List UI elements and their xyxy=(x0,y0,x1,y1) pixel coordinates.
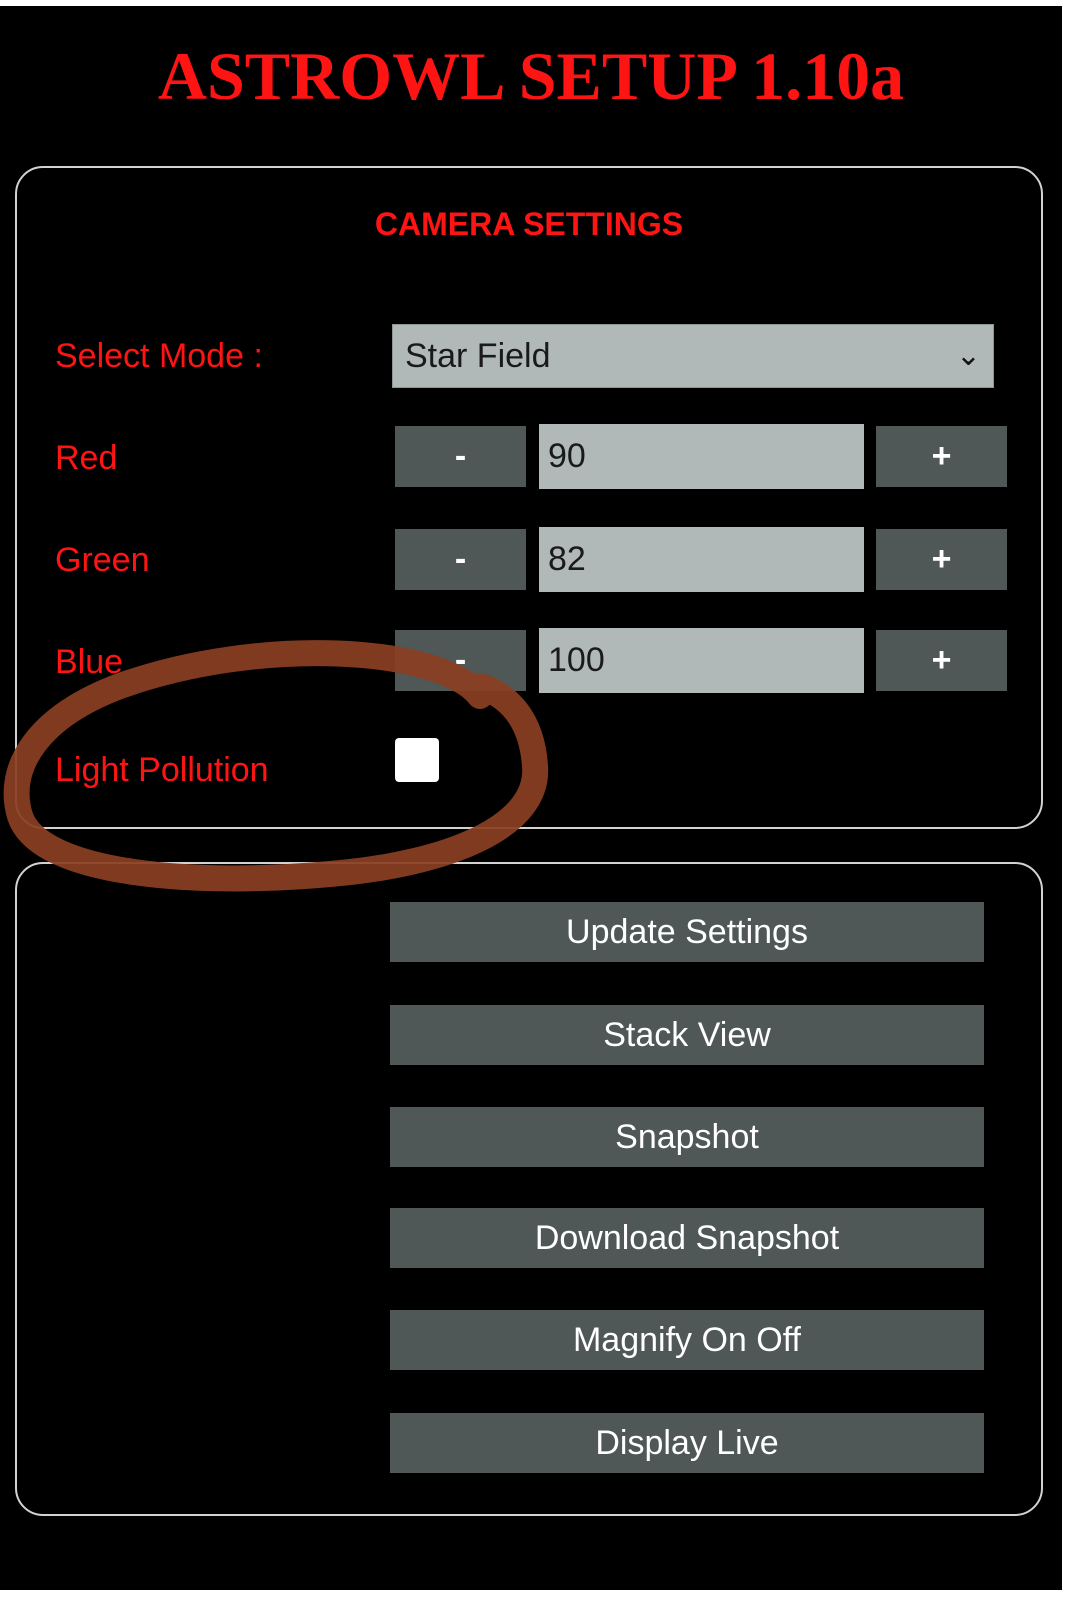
blue-decrement-button[interactable]: - xyxy=(395,630,526,691)
green-increment-button[interactable]: + xyxy=(876,529,1007,590)
stack-view-button[interactable]: Stack View xyxy=(390,1005,984,1065)
blue-value-field[interactable]: 100 xyxy=(539,628,864,693)
display-live-button[interactable]: Display Live xyxy=(390,1413,984,1473)
app-screen: ASTROWL SETUP 1.10a CAMERA SETTINGS Sele… xyxy=(0,6,1062,1590)
camera-settings-panel: CAMERA SETTINGS Select Mode : Star Field… xyxy=(15,166,1043,829)
green-value-field[interactable]: 82 xyxy=(539,527,864,592)
red-value-field[interactable]: 90 xyxy=(539,424,864,489)
blue-label: Blue xyxy=(55,643,124,681)
mode-select-value: Star Field xyxy=(405,337,551,375)
select-mode-label: Select Mode : xyxy=(55,337,263,375)
blue-increment-button[interactable]: + xyxy=(876,630,1007,691)
actions-panel: Update Settings Stack View Snapshot Down… xyxy=(15,862,1043,1516)
update-settings-button[interactable]: Update Settings xyxy=(390,902,984,962)
red-increment-button[interactable]: + xyxy=(876,426,1007,487)
mode-select[interactable]: Star Field ⌄ xyxy=(392,324,994,388)
red-decrement-button[interactable]: - xyxy=(395,426,526,487)
green-label: Green xyxy=(55,541,150,579)
light-pollution-label: Light Pollution xyxy=(55,751,269,789)
magnify-toggle-button[interactable]: Magnify On Off xyxy=(390,1310,984,1370)
green-decrement-button[interactable]: - xyxy=(395,529,526,590)
app-title: ASTROWL SETUP 1.10a xyxy=(157,38,905,114)
light-pollution-checkbox[interactable] xyxy=(395,738,439,782)
download-snapshot-button[interactable]: Download Snapshot xyxy=(390,1208,984,1268)
chevron-down-icon: ⌄ xyxy=(955,339,981,372)
snapshot-button[interactable]: Snapshot xyxy=(390,1107,984,1167)
red-label: Red xyxy=(55,439,118,477)
section-title: CAMERA SETTINGS xyxy=(374,206,684,242)
